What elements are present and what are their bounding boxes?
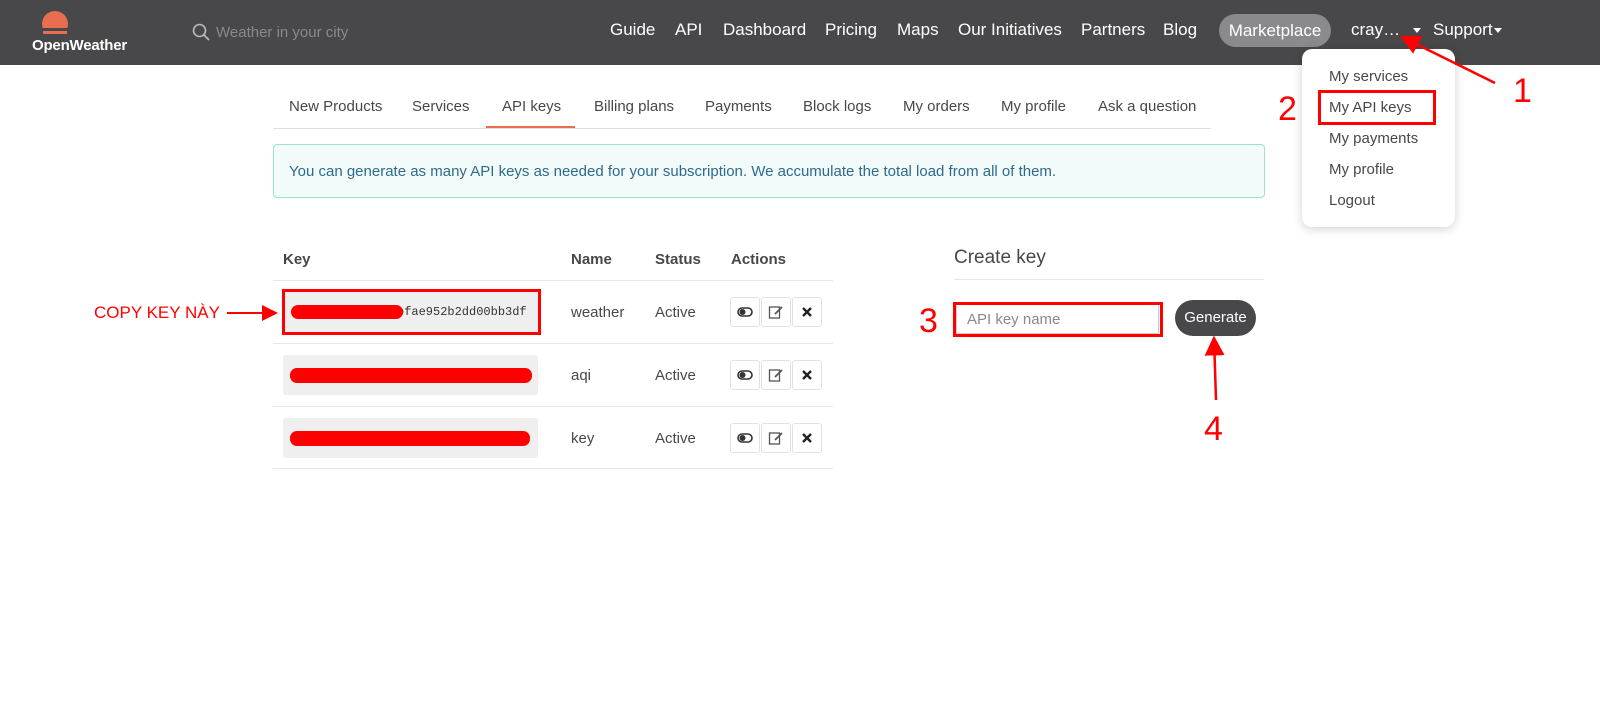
annotation-arrows [227,35,1496,401]
arrow-to-generate [1204,335,1225,401]
arrow-to-user-menu [1399,35,1496,85]
